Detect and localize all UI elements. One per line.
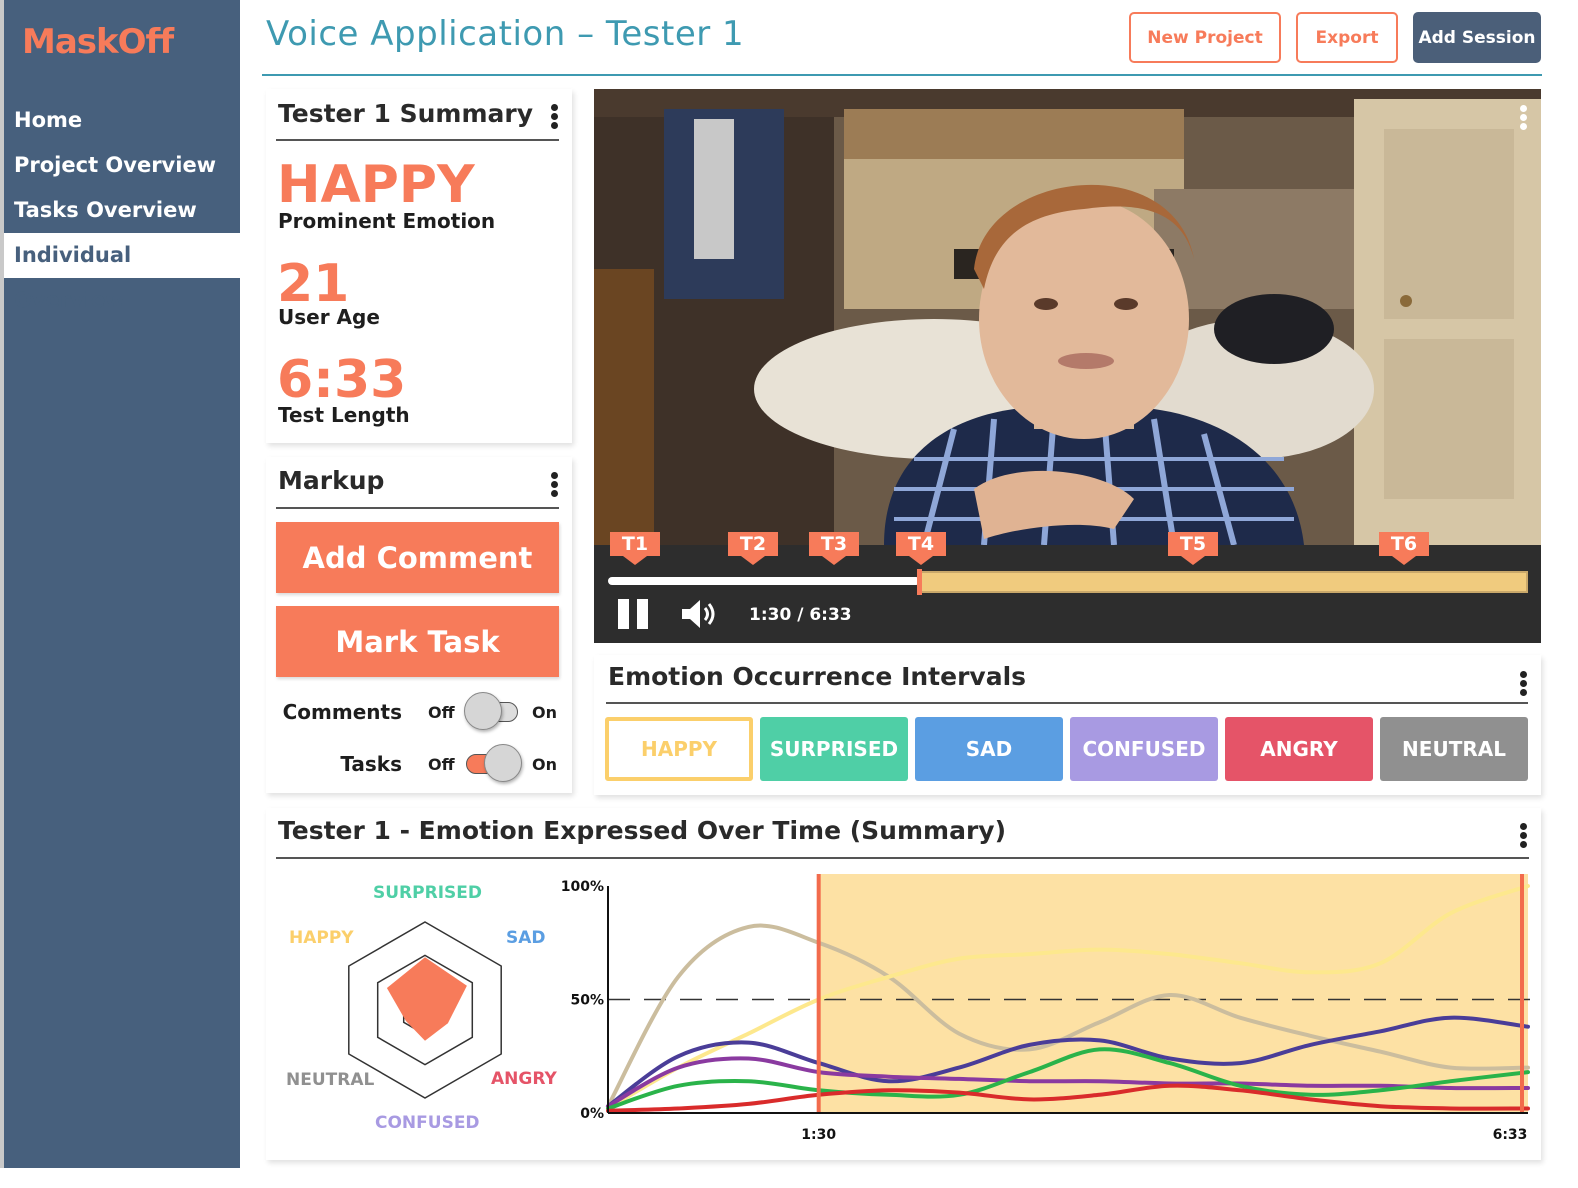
comments-toggle-label: Comments	[282, 700, 402, 724]
task-marker-t4[interactable]: T4	[896, 532, 946, 565]
radar-label-surprised: SURPRISED	[373, 883, 482, 903]
emotion-sad-button[interactable]: SAD	[915, 717, 1063, 781]
emotion-angry-button[interactable]: ANGRY	[1225, 717, 1373, 781]
over-time-rule	[276, 857, 1529, 859]
task-marker-label: T2	[739, 533, 767, 555]
emotion-happy-button[interactable]: HAPPY	[605, 717, 753, 781]
y-tick-label: 100%	[561, 879, 604, 895]
task-marker-label: T1	[621, 533, 649, 555]
test-length-value: 6:33	[277, 350, 407, 410]
task-marker-label: T4	[907, 533, 935, 555]
radar-label-sad: SAD	[506, 928, 546, 948]
new-project-button[interactable]: New Project	[1129, 12, 1281, 63]
sidebar-item-project-overview[interactable]: Project Overview	[4, 143, 240, 188]
task-marker-t5[interactable]: T5	[1168, 532, 1218, 565]
volume-icon[interactable]	[680, 597, 718, 631]
prominent-emotion-value: HAPPY	[277, 155, 475, 215]
task-marker-t2[interactable]: T2	[728, 532, 778, 565]
task-marker-t6[interactable]: T6	[1379, 532, 1429, 565]
comments-off-label: Off	[428, 703, 455, 722]
add-session-button[interactable]: Add Session	[1413, 12, 1541, 63]
progress-scrubber[interactable]	[917, 569, 922, 595]
sidebar-item-individual-overview[interactable]: Individual Overview	[4, 233, 240, 312]
pause-icon[interactable]	[616, 597, 652, 631]
comments-on-label: On	[532, 703, 557, 722]
page-title: Voice Application – Tester 1	[266, 14, 745, 54]
emotion-intervals-title: Emotion Occurrence Intervals	[608, 662, 1027, 691]
add-comment-button[interactable]: Add Comment	[276, 522, 559, 593]
sidebar-item-home[interactable]: Home	[4, 98, 240, 143]
comments-toggle[interactable]	[462, 692, 520, 732]
emotion-neutral-button[interactable]: NEUTRAL	[1380, 717, 1528, 781]
radar-label-happy: HAPPY	[289, 928, 354, 948]
app-logo: MaskOff	[22, 22, 174, 62]
comments-toggle-knob	[464, 692, 502, 730]
summary-title: Tester 1 Summary	[278, 99, 534, 128]
markup-title: Markup	[278, 466, 385, 495]
x-tick-label: 1:30	[801, 1127, 836, 1143]
progress-remaining[interactable]	[920, 571, 1528, 593]
emotion-intervals-menu-icon[interactable]	[1520, 671, 1528, 697]
sidebar-nav: Home Project Overview Tasks Overview Ind…	[4, 98, 240, 312]
time-readout: 1:30 / 6:33	[749, 605, 852, 625]
task-marker-label: T3	[820, 533, 848, 555]
video-frame	[594, 89, 1541, 545]
summary-menu-icon[interactable]	[551, 104, 559, 130]
header-divider	[262, 74, 1542, 76]
video-player[interactable]: T1 T2 T3 T4 T5 T6 1:30 / 6:33	[594, 89, 1541, 643]
tasks-on-label: On	[532, 755, 557, 774]
summary-title-rule	[276, 139, 559, 141]
over-time-title: Tester 1 - Emotion Expressed Over Time (…	[278, 816, 1007, 845]
radar-label-neutral: NEUTRAL	[286, 1070, 375, 1090]
test-length-label: Test Length	[278, 403, 410, 427]
emotion-intervals-rule	[606, 702, 1528, 704]
task-marker-label: T5	[1179, 533, 1207, 555]
radar-label-confused: CONFUSED	[375, 1113, 480, 1133]
x-tick-label: 6:33	[1493, 1127, 1528, 1143]
emotion-surprised-button[interactable]: SURPRISED	[760, 717, 908, 781]
user-age-label: User Age	[278, 305, 380, 329]
mark-task-button[interactable]: Mark Task	[276, 606, 559, 677]
task-marker-t3[interactable]: T3	[809, 532, 859, 565]
emotion-line-chart: 100% 50% 0% 1:30 6:33	[561, 874, 1535, 1143]
radar-label-angry: ANGRY	[491, 1069, 557, 1089]
prominent-emotion-label: Prominent Emotion	[278, 209, 496, 233]
tasks-toggle[interactable]	[462, 744, 522, 784]
tasks-off-label: Off	[428, 755, 455, 774]
emotion-confused-button[interactable]: CONFUSED	[1070, 717, 1218, 781]
y-tick-label: 50%	[570, 993, 604, 1009]
export-button[interactable]: Export	[1296, 12, 1398, 63]
tasks-toggle-knob	[484, 744, 522, 782]
video-menu-icon[interactable]	[1520, 105, 1528, 131]
tasks-toggle-label: Tasks	[340, 752, 402, 776]
sidebar: MaskOff Home Project Overview Tasks Over…	[0, 0, 240, 1168]
markup-title-rule	[276, 507, 559, 509]
task-marker-label: T6	[1390, 533, 1418, 555]
task-marker-t1[interactable]: T1	[610, 532, 660, 565]
markup-menu-icon[interactable]	[551, 472, 559, 498]
sidebar-item-tasks-overview[interactable]: Tasks Overview	[4, 188, 240, 233]
over-time-menu-icon[interactable]	[1520, 823, 1528, 849]
progress-played[interactable]	[608, 577, 920, 585]
y-tick-label: 0%	[580, 1106, 604, 1122]
